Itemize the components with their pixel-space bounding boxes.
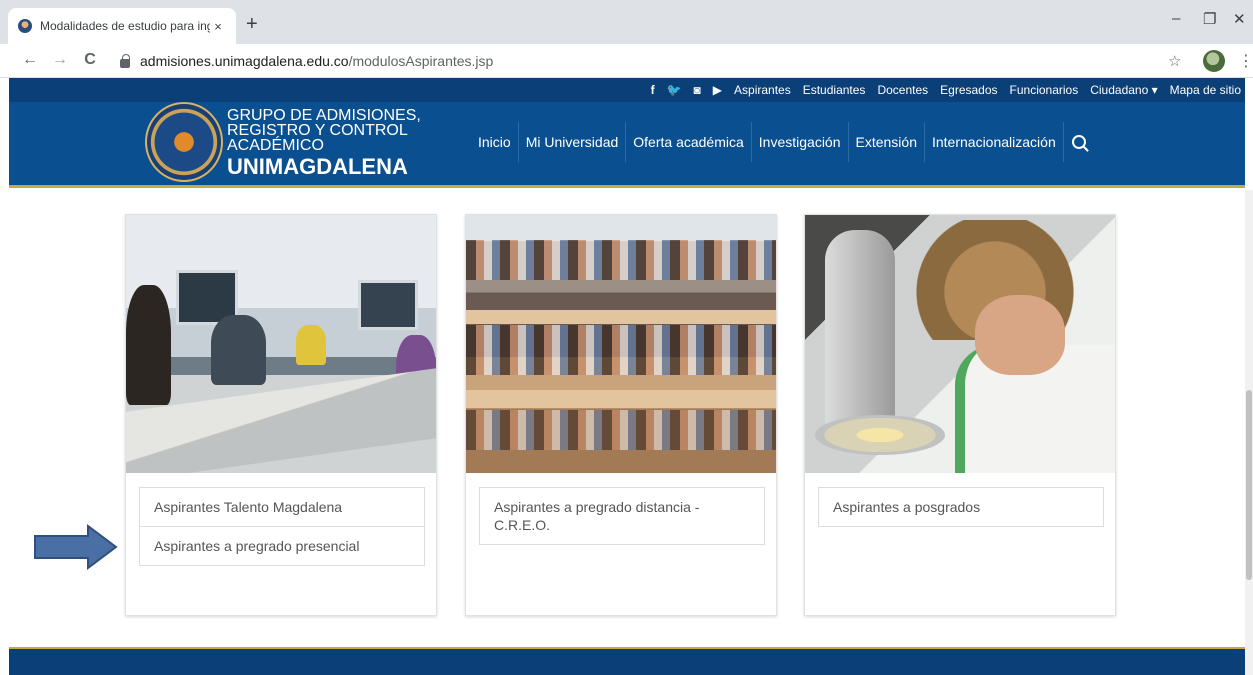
top-link-docentes[interactable]: Docentes — [877, 83, 928, 97]
link-aspirantes-talento-magdalena[interactable]: Aspirantes Talento Magdalena — [139, 487, 425, 527]
top-link-aspirantes[interactable]: Aspirantes — [734, 83, 791, 97]
classroom-photo — [126, 215, 436, 473]
photo-person — [296, 325, 326, 365]
nav-item-internacionalizacion[interactable]: Internacionalización — [925, 122, 1064, 162]
top-link-mapa-de-sitio[interactable]: Mapa de sitio — [1170, 83, 1241, 97]
twitter-icon[interactable]: 🐦 — [667, 83, 682, 97]
address-bar: ← → C admisiones.unimagdalena.edu.co/mod… — [0, 44, 1253, 78]
top-link-ciudadano[interactable]: Ciudadano ▾ — [1090, 83, 1157, 97]
page-scrollbar[interactable] — [1245, 190, 1253, 675]
tab-title: Modalidades de estudio para ing — [40, 19, 210, 33]
scrollbar-thumb[interactable] — [1246, 390, 1252, 580]
browser-tab[interactable]: Modalidades de estudio para ing × — [8, 8, 236, 44]
card-links: Aspirantes a posgrados — [818, 487, 1104, 527]
browser-menu-icon[interactable]: ⋮ — [1238, 51, 1253, 71]
card-talento-presencial: Aspirantes Talento Magdalena Aspirantes … — [125, 214, 437, 616]
youtube-icon[interactable]: ▶ — [713, 83, 722, 97]
university-seal-logo[interactable] — [145, 102, 223, 182]
logo-line-3: ACADÉMICO — [227, 137, 324, 154]
top-utility-bar: f 🐦 ◙ ▶ Aspirantes Estudiantes Docentes … — [9, 78, 1245, 102]
url-field[interactable]: admisiones.unimagdalena.edu.co/modulosAs… — [110, 48, 1190, 74]
photo-desk — [126, 368, 436, 473]
nav-item-extension[interactable]: Extensión — [849, 122, 925, 162]
reload-button[interactable]: C — [80, 51, 100, 69]
card-links: Aspirantes a pregrado distancia - C.R.E.… — [479, 487, 765, 545]
profile-avatar[interactable] — [1203, 50, 1225, 72]
forward-button[interactable]: → — [50, 51, 70, 69]
tab-close-icon[interactable]: × — [210, 19, 226, 34]
photo-crowd — [466, 325, 776, 375]
lab-photo — [805, 215, 1115, 473]
card-distancia: Aspirantes a pregrado distancia - C.R.E.… — [465, 214, 777, 616]
new-tab-button[interactable]: + — [246, 14, 258, 34]
photo-crowd — [466, 240, 776, 280]
site-favicon-icon — [18, 19, 32, 33]
photo-crowd — [466, 410, 776, 450]
logo-line-2: REGISTRO Y CONTROL — [227, 122, 408, 139]
link-aspirantes-pregrado-distancia[interactable]: Aspirantes a pregrado distancia - C.R.E.… — [479, 487, 765, 545]
photo-microscope — [825, 230, 895, 430]
url-path: /modulosAspirantes.jsp — [348, 53, 494, 69]
window-close-button[interactable]: ✕ — [1233, 10, 1246, 28]
site-header: f 🐦 ◙ ▶ Aspirantes Estudiantes Docentes … — [9, 78, 1245, 188]
card-links: Aspirantes Talento Magdalena Aspirantes … — [139, 487, 425, 566]
nav-item-oferta-academica[interactable]: Oferta académica — [626, 122, 752, 162]
url-domain: admisiones.unimagdalena.edu.co — [140, 53, 349, 69]
card-posgrados: Aspirantes a posgrados — [804, 214, 1116, 616]
photo-face — [975, 295, 1065, 375]
top-link-egresados[interactable]: Egresados — [940, 83, 997, 97]
photo-desk-row — [466, 310, 776, 324]
site-logo-text[interactable]: GRUPO DE ADMISIONES, REGISTRO Y CONTROL … — [227, 108, 421, 179]
browser-tabbar: Modalidades de estudio para ing × + – ❐ … — [0, 0, 1253, 44]
lock-icon — [120, 53, 130, 68]
annotation-arrow-icon — [34, 524, 118, 570]
back-button[interactable]: ← — [20, 51, 40, 69]
photo-desk-row — [466, 390, 776, 408]
photo-window — [358, 280, 418, 330]
photo-person — [126, 285, 171, 405]
main-navigation: Inicio Mi Universidad Oferta académica I… — [471, 122, 1086, 162]
logo-line-4: UNIMAGDALENA — [227, 154, 408, 179]
lecture-hall-photo — [466, 215, 776, 473]
site-footer — [9, 647, 1245, 675]
nav-item-inicio[interactable]: Inicio — [471, 122, 519, 162]
nav-item-investigacion[interactable]: Investigación — [752, 122, 849, 162]
facebook-icon[interactable]: f — [651, 83, 655, 97]
photo-person — [211, 315, 266, 385]
link-aspirantes-posgrados[interactable]: Aspirantes a posgrados — [818, 487, 1104, 527]
bookmark-star-icon[interactable]: ☆ — [1168, 52, 1181, 70]
logo-line-1: GRUPO DE ADMISIONES, — [227, 107, 421, 124]
top-link-funcionarios[interactable]: Funcionarios — [1010, 83, 1079, 97]
restore-button[interactable]: ❐ — [1203, 10, 1216, 28]
top-link-estudiantes[interactable]: Estudiantes — [803, 83, 866, 97]
minimize-button[interactable]: – — [1172, 10, 1180, 27]
photo-petri-dish — [815, 415, 945, 455]
nav-item-mi-universidad[interactable]: Mi Universidad — [519, 122, 627, 162]
link-aspirantes-pregrado-presencial[interactable]: Aspirantes a pregrado presencial — [139, 527, 425, 566]
instagram-icon[interactable]: ◙ — [694, 83, 701, 97]
search-icon[interactable] — [1071, 135, 1086, 149]
